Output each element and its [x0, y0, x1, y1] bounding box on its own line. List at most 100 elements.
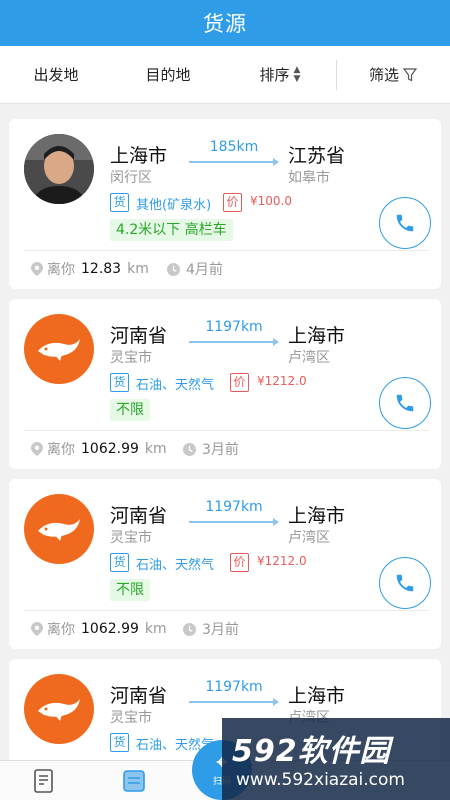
shipper-avatar: [24, 494, 94, 564]
goods-tag: 货: [110, 733, 129, 752]
site-watermark: 592软件园 www.592xiazai.com: [222, 718, 450, 800]
route-distance: 1197km: [205, 319, 263, 335]
destination-city: 江苏省: [288, 145, 346, 167]
destination-district: 卢湾区: [288, 350, 330, 366]
tab-cargo[interactable]: [120, 767, 148, 795]
call-button[interactable]: [379, 197, 431, 249]
shipper-avatar: [24, 314, 94, 384]
origin-district: 灵宝市: [110, 350, 152, 366]
origin-district: 灵宝市: [110, 710, 152, 726]
funnel-icon: [403, 67, 417, 81]
fish-logo-icon: [38, 699, 80, 721]
posted-time: 4月前: [167, 259, 223, 279]
distance-from-you: 离你 12.83 km: [31, 259, 149, 279]
distance-unit: km: [144, 621, 167, 637]
posted-time-text: 3月前: [202, 442, 239, 458]
sort-filter-label: 排序: [259, 66, 290, 84]
destination-filter[interactable]: 目的地: [112, 64, 224, 85]
phone-icon: [396, 394, 414, 412]
price-tag: 价: [230, 373, 249, 392]
distance-from-you: 离你 1062.99 km: [31, 619, 167, 639]
cargo-list[interactable]: 上海市 闵行区 185km 江苏省 如皋市 货 其他(矿泉水) 价 ¥100.0…: [0, 104, 450, 760]
goods-name: 石油、天然气: [136, 558, 215, 573]
call-button[interactable]: [379, 377, 431, 429]
origin-district: 灵宝市: [110, 530, 152, 546]
goods-tag: 货: [110, 553, 129, 572]
sort-filter[interactable]: 排序 ▲ ▼: [224, 64, 336, 85]
route-arrow-icon: [189, 158, 279, 166]
cargo-card[interactable]: 河南省 灵宝市 1197km 上海市 卢湾区 货 石油、天然气 价 ¥1212.…: [9, 479, 441, 649]
goods-tag: 货: [110, 373, 129, 392]
origin-filter-label: 出发地: [33, 66, 79, 84]
page-title: 货源: [203, 12, 247, 36]
fish-logo-icon: [38, 519, 80, 541]
goods-name: 石油、天然气: [136, 378, 215, 393]
posted-time-text: 3月前: [202, 622, 239, 638]
vehicle-requirement: 4.2米以下 高栏车: [110, 219, 233, 241]
cargo-card[interactable]: 河南省 灵宝市 1197km 上海市 卢湾区 货 石油、天然气 价 ¥1212.…: [9, 299, 441, 469]
vehicle-requirement: 不限: [110, 399, 150, 421]
call-button[interactable]: [379, 557, 431, 609]
distance-unit: km: [127, 261, 149, 277]
route-arrow-icon: [189, 698, 279, 706]
document-list-icon: [34, 769, 53, 793]
cargo-card[interactable]: 上海市 闵行区 185km 江苏省 如皋市 货 其他(矿泉水) 价 ¥100.0…: [9, 119, 441, 289]
sort-arrows-icon: ▲ ▼: [293, 64, 301, 84]
route-distance: 1197km: [205, 679, 263, 695]
destination-city: 上海市: [288, 685, 346, 707]
advanced-filter-label: 筛选: [368, 66, 399, 84]
shipper-avatar: [24, 674, 94, 744]
origin-city: 上海市: [110, 145, 168, 167]
person-photo-icon: [24, 134, 94, 204]
watermark-logo: 592软件园: [232, 734, 391, 769]
card-divider: [24, 430, 429, 431]
vehicle-requirement: 不限: [110, 579, 150, 601]
price-value: ¥1212.0: [257, 554, 307, 568]
clock-icon: [183, 442, 196, 456]
distance-label: 离你: [47, 262, 75, 278]
route-distance: 1197km: [205, 499, 263, 515]
location-pin-icon: [31, 442, 43, 456]
clock-icon: [183, 622, 196, 636]
tab-orders[interactable]: [30, 767, 58, 795]
location-pin-icon: [31, 622, 43, 636]
distance-unit: km: [144, 441, 167, 457]
distance-value: 1062.99: [81, 621, 139, 637]
distance-label: 离你: [47, 622, 75, 638]
destination-district: 卢湾区: [288, 530, 330, 546]
destination-district: 如皋市: [288, 170, 330, 186]
destination-city: 上海市: [288, 505, 346, 527]
price-value: ¥100.0: [250, 194, 292, 208]
distance-value: 1062.99: [81, 441, 139, 457]
phone-icon: [396, 574, 414, 592]
route-distance: 185km: [209, 139, 259, 155]
route-arrow-icon: [189, 518, 279, 526]
shipper-avatar: [24, 134, 94, 204]
distance-from-you: 离你 1062.99 km: [31, 439, 167, 459]
origin-district: 闵行区: [110, 170, 152, 186]
route-arrow-icon: [189, 338, 279, 346]
clock-icon: [167, 262, 180, 276]
price-value: ¥1212.0: [257, 374, 307, 388]
posted-time: 3月前: [183, 619, 239, 639]
card-divider: [24, 250, 429, 251]
price-tag: 价: [230, 553, 249, 572]
card-divider: [24, 610, 429, 611]
phone-icon: [396, 214, 414, 232]
cargo-box-icon: [123, 770, 145, 792]
origin-city: 河南省: [110, 505, 168, 527]
filter-bar: 出发地 目的地 排序 ▲ ▼ 筛选: [0, 46, 450, 104]
goods-name: 其他(矿泉水): [136, 198, 212, 213]
price-tag: 价: [223, 193, 242, 212]
destination-filter-label: 目的地: [145, 66, 191, 84]
advanced-filter[interactable]: 筛选: [337, 64, 449, 85]
fish-logo-icon: [38, 339, 80, 361]
origin-city: 河南省: [110, 325, 168, 347]
posted-time-text: 4月前: [186, 262, 223, 278]
distance-value: 12.83: [81, 261, 122, 277]
origin-filter[interactable]: 出发地: [0, 64, 112, 85]
origin-city: 河南省: [110, 685, 168, 707]
posted-time: 3月前: [183, 439, 239, 459]
watermark-url: www.592xiazai.com: [236, 770, 405, 790]
destination-city: 上海市: [288, 325, 346, 347]
